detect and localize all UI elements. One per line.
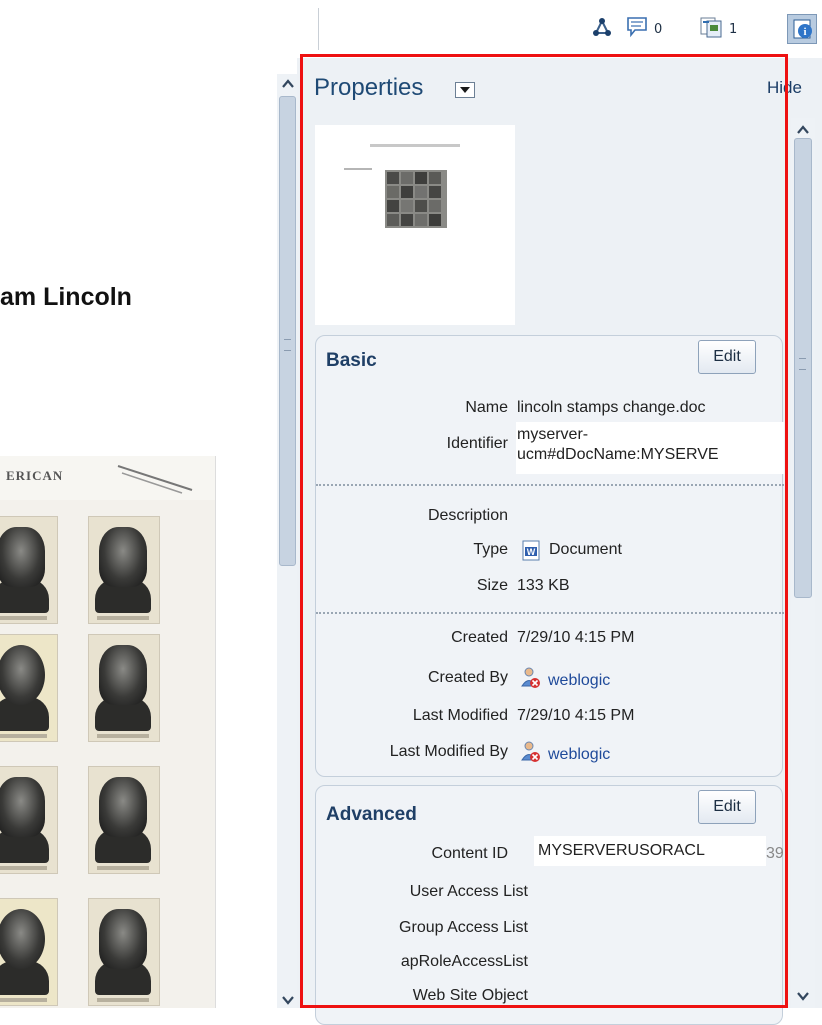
identifier-value-line2: ucm#dDocName:MYSERVE — [517, 446, 719, 463]
svg-text:W: W — [527, 547, 536, 557]
advanced-section: Advanced Edit Content ID MYSERVERUSORACL… — [315, 785, 784, 1025]
size-label: Size — [476, 577, 508, 594]
type-label: Type — [473, 541, 508, 558]
stamp-image — [0, 634, 58, 742]
scroll-down-icon[interactable] — [281, 992, 295, 1011]
section-divider — [316, 484, 784, 486]
name-value: lincoln stamps change.doc — [517, 399, 706, 416]
created-value: 7/29/10 4:15 PM — [517, 629, 635, 646]
description-label: Description — [427, 507, 508, 524]
document-preview-pane: am Lincoln ERICAN — [0, 58, 277, 1008]
stamp-image — [88, 766, 160, 874]
stamp-image — [0, 516, 58, 624]
comments-count: 0 — [654, 21, 663, 37]
basic-edit-button[interactable]: Edit — [698, 340, 756, 374]
content-id-value: MYSERVERUSORACL — [538, 842, 705, 859]
speech-bubble-icon — [626, 16, 650, 42]
last-modified-by-label: Last Modified By — [389, 743, 508, 760]
properties-title: Properties — [314, 74, 424, 101]
top-toolbar: 0 1 i — [0, 0, 822, 58]
sheet-banner-text: ERICAN — [6, 468, 64, 483]
section-divider — [316, 612, 784, 614]
last-modified-label: Last Modified — [412, 707, 508, 724]
properties-menu-button[interactable] — [455, 82, 475, 98]
documents-icon — [699, 16, 725, 42]
versions-count: 1 — [729, 21, 738, 37]
user-status-icon — [520, 666, 542, 694]
document-thumbnail[interactable] — [315, 125, 515, 325]
created-row: Created 7/29/10 4:15 PM — [316, 626, 784, 652]
user-status-icon — [520, 740, 542, 768]
created-by-label: Created By — [427, 669, 508, 686]
last-modified-by-row: Last Modified By weblogic — [316, 740, 784, 766]
scrollbar-thumb[interactable] — [279, 96, 296, 566]
versions-button[interactable]: 1 — [699, 16, 738, 42]
hide-link[interactable]: Hide — [767, 78, 802, 98]
size-row: Size 133 KB — [316, 574, 784, 600]
network-icon — [591, 16, 613, 42]
type-row: Type W Document — [316, 538, 784, 564]
size-value: 133 KB — [517, 577, 570, 594]
advanced-edit-button[interactable]: Edit — [698, 790, 756, 824]
last-modified-value: 7/29/10 4:15 PM — [517, 707, 635, 724]
preview-scrollbar[interactable] — [277, 74, 298, 1008]
content-id-label: Content ID — [431, 845, 508, 862]
stamp-caption-graphic — [117, 465, 193, 494]
role-access-row: apRoleAccessList — [316, 950, 784, 976]
created-by-link[interactable]: weblogic — [548, 672, 610, 690]
info-toggle-button[interactable]: i — [787, 14, 817, 44]
thumbnail-image — [344, 144, 460, 228]
scroll-up-icon[interactable] — [281, 76, 295, 95]
identifier-label: Identifier — [446, 435, 508, 452]
created-by-row: Created By weblogic — [316, 666, 784, 692]
advanced-section-title: Advanced — [326, 804, 417, 825]
basic-section: Basic Edit Name lincoln stamps change.do… — [315, 335, 784, 777]
last-modified-by-link[interactable]: weblogic — [548, 746, 610, 764]
name-row: Name lincoln stamps change.doc — [316, 396, 784, 422]
content-id-overflow: 39 — [766, 845, 784, 862]
identifier-value-line1: myserver- — [517, 426, 589, 443]
svg-text:i: i — [803, 26, 806, 38]
toolbar-divider — [318, 8, 319, 50]
basic-section-title: Basic — [326, 350, 377, 371]
name-label: Name — [465, 399, 508, 416]
user-access-row: User Access List — [316, 880, 784, 906]
info-icon: i — [792, 18, 814, 44]
scroll-down-icon[interactable] — [796, 988, 810, 1007]
content-id-row: Content ID MYSERVERUSORACL 39 — [316, 842, 784, 868]
web-site-object-label: Web Site Object — [412, 987, 528, 1004]
stamp-image — [88, 516, 160, 624]
properties-scrollbar[interactable] — [791, 118, 815, 1008]
type-value: Document — [549, 541, 622, 558]
stamp-image — [88, 634, 160, 742]
document-page-image: ERICAN — [0, 456, 216, 1008]
scrollbar-grip — [799, 358, 806, 370]
stamp-image — [0, 766, 58, 874]
group-access-label: Group Access List — [399, 919, 528, 936]
web-site-object-row: Web Site Object — [316, 984, 784, 1010]
description-row: Description — [316, 504, 784, 530]
created-label: Created — [451, 629, 508, 646]
scrollbar-grip — [284, 339, 291, 351]
word-document-icon: W — [521, 540, 543, 566]
last-modified-row: Last Modified 7/29/10 4:15 PM — [316, 704, 784, 730]
tags-button[interactable] — [591, 18, 613, 40]
role-access-label: apRoleAccessList — [400, 953, 528, 970]
sheet-banner: ERICAN — [0, 456, 215, 500]
stamp-image — [88, 898, 160, 1006]
document-title: am Lincoln — [0, 283, 132, 311]
properties-header: Properties Hide — [297, 68, 802, 106]
stamp-image — [0, 898, 58, 1006]
dropdown-arrow-icon — [460, 87, 470, 93]
comments-button[interactable]: 0 — [626, 16, 663, 42]
group-access-row: Group Access List — [316, 916, 784, 942]
user-access-label: User Access List — [409, 883, 528, 900]
